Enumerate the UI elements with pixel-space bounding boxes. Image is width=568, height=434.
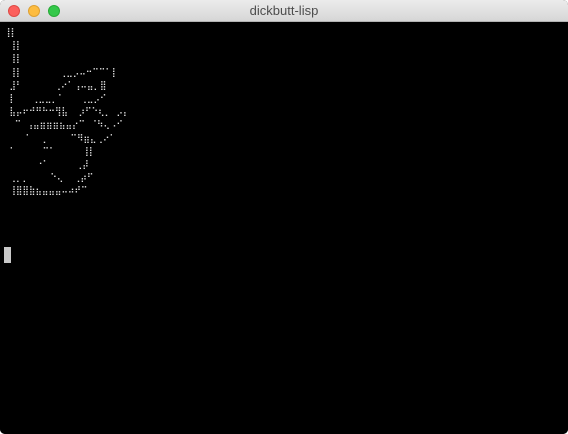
terminal-output: ⢸⡇ ⢸⡇ ⢸⡇ ⢸⡇ ⢀⣀⡠⠤⠒⠉⠉⠁⡇ ⣸⠃ ⢀⠔⠁⢠⠤⣤⡀⣿ ⡇ ⢀⣀⣀⡀… xyxy=(4,28,130,197)
window-title: dickbutt-lisp xyxy=(249,3,319,18)
title-bar[interactable]: dickbutt-lisp xyxy=(0,0,568,22)
terminal-content-area[interactable]: ⢸⡇ ⢸⡇ ⢸⡇ ⢸⡇ ⢀⣀⡠⠤⠒⠉⠉⠁⡇ ⣸⠃ ⢀⠔⠁⢠⠤⣤⡀⣿ ⡇ ⢀⣀⣀⡀… xyxy=(0,22,568,434)
text-cursor xyxy=(4,247,11,263)
terminal-window: dickbutt-lisp ⢸⡇ ⢸⡇ ⢸⡇ ⢸⡇ ⢀⣀⡠⠤⠒⠉⠉⠁⡇ ⣸⠃ ⢀… xyxy=(0,0,568,434)
